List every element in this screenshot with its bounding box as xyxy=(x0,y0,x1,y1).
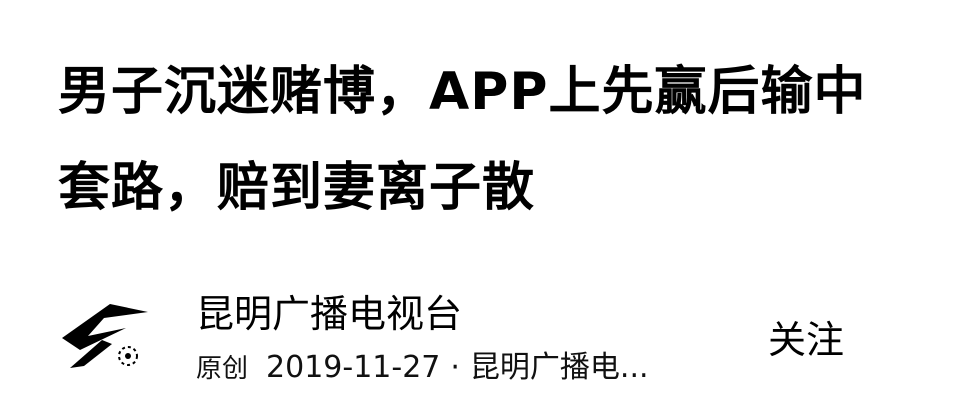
author-name[interactable]: 昆明广播电视台 xyxy=(196,288,462,340)
author-avatar[interactable] xyxy=(58,298,154,374)
source-name: 昆明广播电... xyxy=(469,350,649,385)
publish-date: 2019-11-27 xyxy=(266,350,441,385)
follow-button[interactable]: 关注 xyxy=(768,314,844,366)
broadcast-logo-icon xyxy=(62,304,148,368)
author-row: 昆明广播电视台 原创 2019-11-27 · 昆明广播电... 关注 xyxy=(58,284,918,394)
meta-separator: · xyxy=(450,350,460,385)
original-tag: 原创 xyxy=(196,354,249,384)
article-meta: 原创 2019-11-27 · 昆明广播电... xyxy=(196,346,649,391)
article-title: 男子沉迷赌博，APP上先赢后输中套路，赔到妻离子散 xyxy=(58,62,867,218)
